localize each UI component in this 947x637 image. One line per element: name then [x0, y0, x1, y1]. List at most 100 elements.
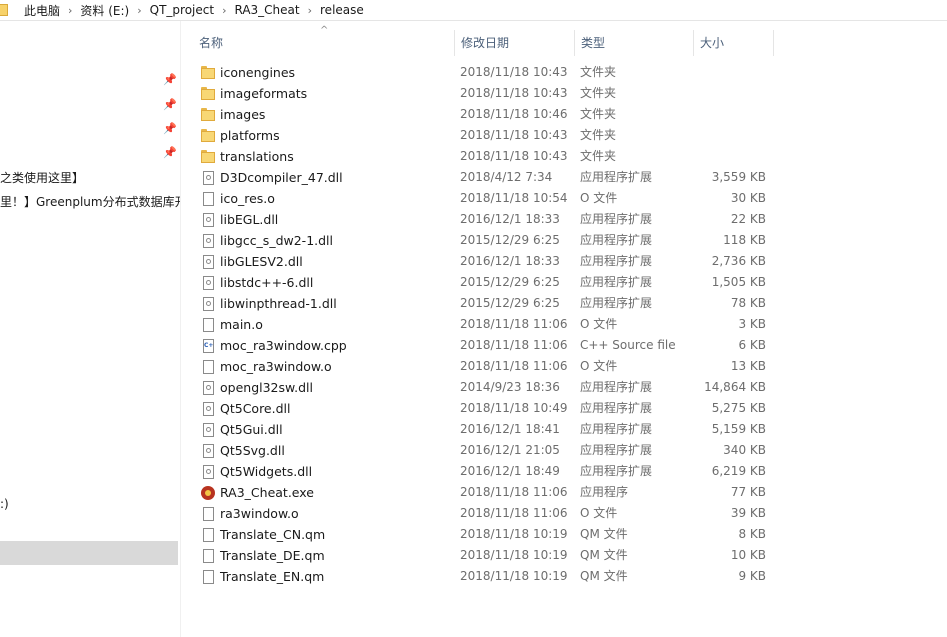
file-modified-date: 2018/4/12 7:34 [460, 170, 553, 184]
file-row[interactable]: images 2018/11/18 10:46 文件夹 [192, 104, 782, 125]
chevron-right-icon[interactable]: › [66, 4, 74, 17]
file-row[interactable]: Qt5Core.dll 2018/11/18 10:49 应用程序扩展 5,275 K… [192, 398, 782, 419]
file-row[interactable]: libgcc_s_dw2-1.dll 2015/12/29 6:25 应用程序扩展 1… [192, 230, 782, 251]
file-name: Qt5Widgets.dll [220, 464, 313, 479]
file-type: 应用程序扩展 [580, 296, 653, 310]
file-name: main.o [220, 317, 263, 332]
dll-file-icon [200, 401, 216, 417]
file-size: 39 KB [730, 506, 766, 520]
pane-divider[interactable] [180, 21, 181, 637]
file-type: 应用程序扩展 [580, 422, 653, 436]
file-size: 5,159 KB [711, 422, 766, 436]
file-name: opengl32sw.dll [220, 380, 313, 395]
file-name: Translate_DE.qm [220, 548, 325, 563]
file-type: 应用程序扩展 [580, 401, 653, 415]
file-row[interactable]: moc_ra3window.cpp 2018/11/18 11:06 C++ Sou… [192, 335, 782, 356]
file-size: 8 KB [738, 527, 766, 541]
file-name: moc_ra3window.o [220, 359, 332, 374]
file-row[interactable]: imageformats 2018/11/18 10:43 文件夹 [192, 83, 782, 104]
file-size: 118 KB [723, 233, 766, 247]
breadcrumb-item-qt-project[interactable]: QT_project [144, 3, 220, 17]
file-row[interactable]: Qt5Svg.dll 2016/12/1 21:05 应用程序扩展 340 KB [192, 440, 782, 461]
exe-app-icon [200, 485, 216, 501]
file-size: 1,505 KB [711, 275, 766, 289]
file-row[interactable]: libstdc++-6.dll 2015/12/29 6:25 应用程序扩展 1,50… [192, 272, 782, 293]
column-header-name[interactable]: 名称 [192, 30, 454, 56]
dll-file-icon [200, 275, 216, 291]
file-type: O 文件 [580, 506, 618, 520]
file-row[interactable]: ra3window.o 2018/11/18 11:06 O 文件 39 KB [192, 503, 782, 524]
file-row[interactable]: libGLESV2.dll 2016/12/1 18:33 应用程序扩展 2,736 … [192, 251, 782, 272]
file-row[interactable]: Qt5Gui.dll 2016/12/1 18:41 应用程序扩展 5,159 KB [192, 419, 782, 440]
file-row[interactable]: libEGL.dll 2016/12/1 18:33 应用程序扩展 22 KB [192, 209, 782, 230]
file-row[interactable]: Translate_CN.qm 2018/11/18 10:19 QM 文件 8 KB [192, 524, 782, 545]
file-modified-date: 2016/12/1 18:49 [460, 464, 560, 478]
file-size: 3,559 KB [711, 170, 766, 184]
pin-icon: 📌 [163, 146, 177, 159]
file-size: 5,275 KB [711, 401, 766, 415]
file-row[interactable]: D3Dcompiler_47.dll 2018/4/12 7:34 应用程序扩展 3,… [192, 167, 782, 188]
file-row[interactable]: Translate_EN.qm 2018/11/18 10:19 QM 文件 9 KB [192, 566, 782, 587]
file-row[interactable]: Translate_DE.qm 2018/11/18 10:19 QM 文件 10 K… [192, 545, 782, 566]
nav-item-fragment[interactable]: 之类使用这里】 [0, 169, 84, 186]
nav-item-selected[interactable] [0, 541, 178, 565]
breadcrumb-item-drive[interactable]: 资料 (E:) [74, 2, 135, 19]
file-row[interactable]: platforms 2018/11/18 10:43 文件夹 [192, 125, 782, 146]
folder-icon [200, 86, 216, 102]
file-type: C++ Source file [580, 338, 676, 352]
file-type: O 文件 [580, 359, 618, 373]
file-type: 应用程序 [580, 485, 629, 499]
file-icon [200, 569, 216, 585]
breadcrumb-item-this-pc[interactable]: 此电脑 [18, 2, 66, 19]
file-type: QM 文件 [580, 569, 628, 583]
file-name: translations [220, 149, 294, 164]
file-row[interactable]: main.o 2018/11/18 11:06 O 文件 3 KB [192, 314, 782, 335]
file-name: Qt5Core.dll [220, 401, 291, 416]
navigation-pane[interactable]: 📌 📌 📌 📌 之类使用这里】 里！】Greenplum分布式数据库开 :) [0, 21, 180, 637]
file-icon [200, 527, 216, 543]
file-row[interactable]: translations 2018/11/18 10:43 文件夹 [192, 146, 782, 167]
nav-item-fragment[interactable]: :) [0, 497, 9, 511]
nav-item-fragment[interactable]: 里！】Greenplum分布式数据库开 [0, 193, 180, 210]
file-type: 应用程序扩展 [580, 464, 653, 478]
folder-icon [200, 107, 216, 123]
file-type: 文件夹 [580, 149, 617, 163]
file-modified-date: 2015/12/29 6:25 [460, 296, 560, 310]
column-header-date[interactable]: 修改日期 [454, 30, 574, 56]
file-list[interactable]: iconengines 2018/11/18 10:43 文件夹 imageforma… [192, 62, 782, 587]
file-name: iconengines [220, 65, 296, 80]
dll-file-icon [200, 422, 216, 438]
file-modified-date: 2015/12/29 6:25 [460, 275, 560, 289]
file-modified-date: 2018/11/18 10:19 [460, 569, 568, 583]
file-size: 77 KB [730, 485, 766, 499]
file-modified-date: 2018/11/18 10:43 [460, 86, 568, 100]
file-row[interactable]: libwinpthread-1.dll 2015/12/29 6:25 应用程序扩展… [192, 293, 782, 314]
file-name: imageformats [220, 86, 308, 101]
column-header-size[interactable]: 大小 [693, 30, 773, 56]
file-row[interactable]: iconengines 2018/11/18 10:43 文件夹 [192, 62, 782, 83]
file-row[interactable]: Qt5Widgets.dll 2016/12/1 18:49 应用程序扩展 6,219… [192, 461, 782, 482]
file-name: moc_ra3window.cpp [220, 338, 347, 353]
dll-file-icon [200, 464, 216, 480]
address-bar[interactable]: 此电脑 › 资料 (E:) › QT_project › RA3_Cheat ›… [0, 0, 947, 21]
file-row[interactable]: opengl32sw.dll 2014/9/23 18:36 应用程序扩展 14,86… [192, 377, 782, 398]
file-modified-date: 2016/12/1 18:41 [460, 422, 560, 436]
file-modified-date: 2018/11/18 10:19 [460, 527, 568, 541]
column-divider[interactable] [773, 30, 774, 56]
dll-file-icon [200, 254, 216, 270]
file-name: RA3_Cheat.exe [220, 485, 314, 500]
chevron-right-icon[interactable]: › [306, 4, 314, 17]
chevron-right-icon[interactable]: › [220, 4, 228, 17]
file-row[interactable]: ico_res.o 2018/11/18 10:54 O 文件 30 KB [192, 188, 782, 209]
file-type: QM 文件 [580, 527, 628, 541]
file-size: 10 KB [730, 548, 766, 562]
file-name: libwinpthread-1.dll [220, 296, 337, 311]
dll-file-icon [200, 170, 216, 186]
column-header-type[interactable]: 类型 [574, 30, 693, 56]
chevron-right-icon[interactable]: › [135, 4, 143, 17]
file-row[interactable]: RA3_Cheat.exe 2018/11/18 11:06 应用程序 77 KB [192, 482, 782, 503]
breadcrumb-item-release[interactable]: release [314, 3, 370, 17]
file-row[interactable]: moc_ra3window.o 2018/11/18 11:06 O 文件 13 KB [192, 356, 782, 377]
file-modified-date: 2018/11/18 10:43 [460, 65, 568, 79]
breadcrumb-item-ra3-cheat[interactable]: RA3_Cheat [228, 3, 305, 17]
